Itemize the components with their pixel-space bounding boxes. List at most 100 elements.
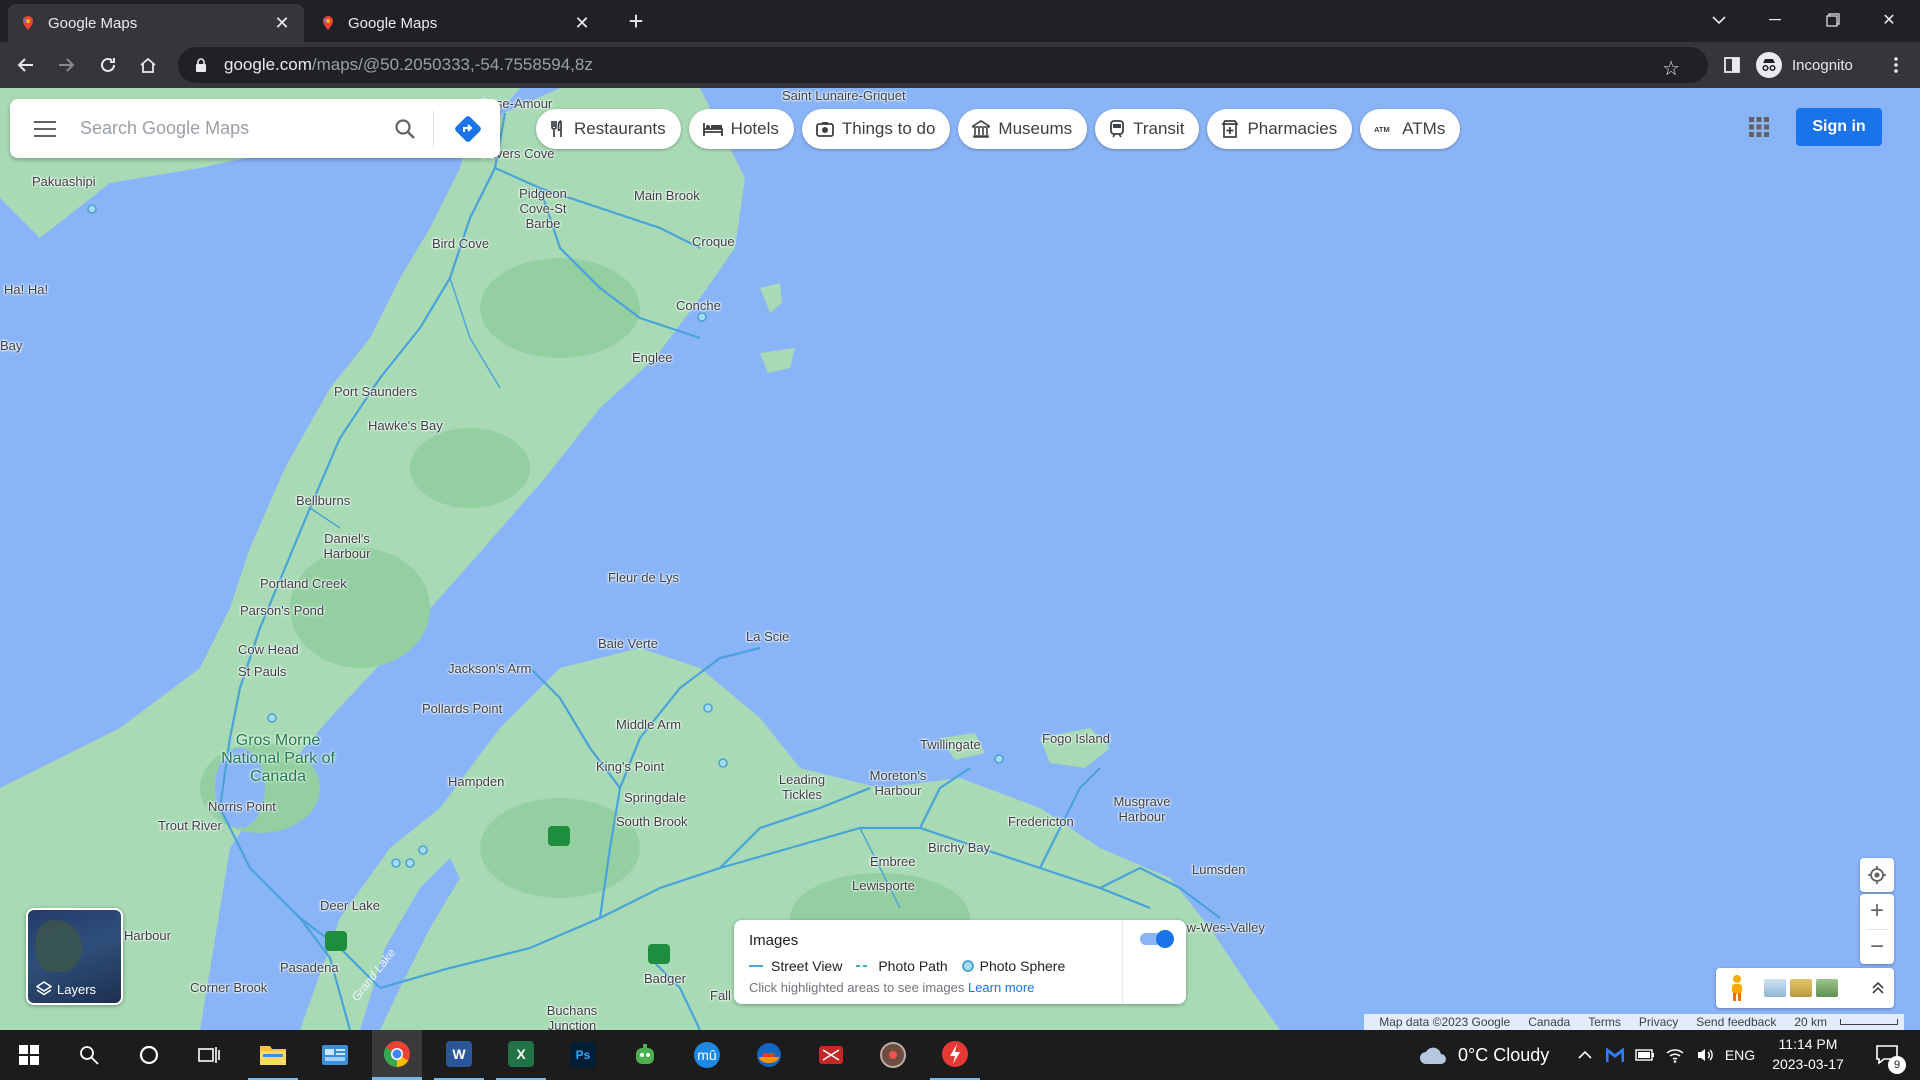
- place-label[interactable]: South Brook: [616, 814, 688, 829]
- place-label[interactable]: Buchans Junction: [540, 1003, 604, 1030]
- task-view-button[interactable]: [184, 1030, 234, 1080]
- place-label[interactable]: Badger: [644, 971, 686, 986]
- menu-button[interactable]: [10, 99, 80, 158]
- place-label[interactable]: Fleur de Lys: [608, 570, 679, 585]
- address-bar[interactable]: google.com/maps/@50.2050333,-54.7558594,…: [178, 47, 1708, 83]
- images-toggle[interactable]: [1138, 930, 1174, 948]
- place-label[interactable]: Pakuashipi: [32, 174, 96, 189]
- close-window-button[interactable]: ✕: [1866, 0, 1912, 40]
- google-apps-grid-icon[interactable]: [1744, 112, 1774, 142]
- place-label[interactable]: Ha! Ha!: [4, 282, 48, 297]
- taskbar-app-file-explorer[interactable]: [248, 1030, 298, 1080]
- taskbar-app-sphere[interactable]: [744, 1030, 794, 1080]
- chip-museums[interactable]: Museums: [958, 109, 1088, 149]
- place-label[interactable]: Pidgeon Cove-St Barbe: [508, 186, 578, 231]
- taskbar-app-word[interactable]: W: [434, 1030, 484, 1080]
- tab-google-maps-active[interactable]: Google Maps ✕: [8, 4, 304, 42]
- show-hidden-icons-chevron-icon[interactable]: [1570, 1030, 1600, 1080]
- sign-in-button[interactable]: Sign in: [1796, 108, 1882, 146]
- action-center-button[interactable]: 9: [1862, 1030, 1912, 1080]
- expand-chevron-icon[interactable]: [1866, 976, 1890, 1000]
- chip-restaurants[interactable]: Restaurants: [536, 109, 681, 149]
- place-label[interactable]: Croque: [692, 234, 735, 249]
- place-label[interactable]: Main Brook: [634, 188, 700, 203]
- minimize-button[interactable]: [1752, 0, 1798, 40]
- cortana-button[interactable]: [124, 1030, 174, 1080]
- place-label[interactable]: Fredericton: [1008, 814, 1074, 829]
- taskbar-app-m[interactable]: mû: [682, 1030, 732, 1080]
- place-label[interactable]: Lewisporte: [852, 878, 915, 893]
- place-label[interactable]: Hawke's Bay: [368, 418, 443, 433]
- place-label[interactable]: Port Saunders: [334, 384, 417, 399]
- zoom-out-button[interactable]: −: [1860, 930, 1894, 964]
- tab-google-maps[interactable]: Google Maps ✕: [308, 4, 604, 42]
- place-label[interactable]: Deer Lake: [320, 898, 380, 913]
- taskbar-app-chrome[interactable]: [372, 1030, 422, 1080]
- taskbar-search-button[interactable]: [64, 1030, 114, 1080]
- reload-button[interactable]: [92, 49, 124, 81]
- park-label[interactable]: Gros Morne National Park of Canada: [218, 732, 338, 786]
- home-button[interactable]: [132, 49, 164, 81]
- place-label[interactable]: Birchy Bay: [928, 840, 990, 855]
- place-label[interactable]: Englee: [632, 350, 672, 365]
- place-label[interactable]: Parson's Pond: [240, 603, 324, 618]
- directions-button[interactable]: [444, 105, 492, 153]
- map-canvas[interactable]: Saint Lunaire-Griquet Anse-Amour Pakuash…: [0, 88, 1920, 1030]
- scale-label[interactable]: 20 km: [1794, 1015, 1827, 1029]
- language-indicator[interactable]: ENG: [1720, 1047, 1760, 1063]
- place-label[interactable]: Fall: [710, 988, 731, 1003]
- place-label[interactable]: Bird Cove: [432, 236, 489, 251]
- place-label[interactable]: Conche: [676, 298, 721, 313]
- place-label[interactable]: St Pauls: [238, 664, 286, 679]
- incognito-profile-button[interactable]: Incognito: [1756, 50, 1853, 80]
- chip-transit[interactable]: Transit: [1095, 109, 1200, 149]
- attribution-link-terms[interactable]: Terms: [1588, 1015, 1621, 1029]
- taskbar-app-green[interactable]: [620, 1030, 670, 1080]
- zoom-in-button[interactable]: +: [1860, 894, 1894, 928]
- attribution-link-privacy[interactable]: Privacy: [1639, 1015, 1678, 1029]
- side-panel-button[interactable]: [1716, 49, 1748, 81]
- start-button[interactable]: [4, 1030, 54, 1080]
- taskbar-app-red[interactable]: [806, 1030, 856, 1080]
- place-label[interactable]: Portland Creek: [260, 576, 347, 591]
- place-label[interactable]: Jackson's Arm: [448, 661, 531, 676]
- street-view-thumbnail[interactable]: [1790, 979, 1812, 997]
- place-label[interactable]: Baie Verte: [598, 636, 658, 651]
- taskbar-app-disc[interactable]: [868, 1030, 918, 1080]
- chip-things-to-do[interactable]: Things to do: [801, 109, 951, 149]
- attribution-link-feedback[interactable]: Send feedback: [1696, 1015, 1776, 1029]
- place-label[interactable]: Cow Head: [238, 642, 299, 657]
- taskbar-clock[interactable]: 11:14 PM 2023-03-17: [1756, 1034, 1860, 1076]
- restore-button[interactable]: [1810, 0, 1856, 40]
- place-label[interactable]: Pasadena: [280, 960, 339, 975]
- wifi-tray-icon[interactable]: [1660, 1030, 1690, 1080]
- place-label[interactable]: Middle Arm: [616, 717, 681, 732]
- new-tab-button[interactable]: +: [622, 8, 650, 36]
- place-label[interactable]: Bellburns: [296, 493, 350, 508]
- place-label[interactable]: Musgrave Harbour: [1104, 794, 1180, 824]
- place-label[interactable]: Pollards Point: [422, 701, 502, 716]
- attribution-link-canada[interactable]: Canada: [1528, 1015, 1570, 1029]
- taskbar-app-flash[interactable]: [930, 1030, 980, 1080]
- street-view-thumbnail[interactable]: [1764, 979, 1786, 997]
- place-label[interactable]: Saint Lunaire-Griquet: [782, 88, 906, 103]
- place-label[interactable]: Daniel's Harbour: [312, 531, 382, 561]
- learn-more-link[interactable]: Learn more: [968, 980, 1034, 995]
- tab-search-chevron-icon[interactable]: [1696, 0, 1742, 40]
- battery-tray-icon[interactable]: [1630, 1030, 1660, 1080]
- place-label[interactable]: Harbour: [124, 928, 171, 943]
- malwarebytes-tray-icon[interactable]: [1600, 1030, 1630, 1080]
- back-button[interactable]: [10, 49, 42, 81]
- place-label[interactable]: Lumsden: [1192, 862, 1245, 877]
- browser-menu-button[interactable]: [1880, 49, 1912, 81]
- taskbar-app-photoshop[interactable]: Ps: [558, 1030, 608, 1080]
- place-label[interactable]: Springdale: [624, 790, 686, 805]
- place-label[interactable]: Corner Brook: [190, 980, 267, 995]
- street-view-thumbnail[interactable]: [1816, 979, 1838, 997]
- place-label[interactable]: King's Point: [596, 759, 664, 774]
- chip-hotels[interactable]: Hotels: [688, 109, 794, 149]
- place-label[interactable]: Twillingate: [920, 737, 981, 752]
- volume-tray-icon[interactable]: [1690, 1030, 1720, 1080]
- place-label[interactable]: Leading Tickles: [772, 772, 832, 802]
- search-input[interactable]: [80, 118, 381, 139]
